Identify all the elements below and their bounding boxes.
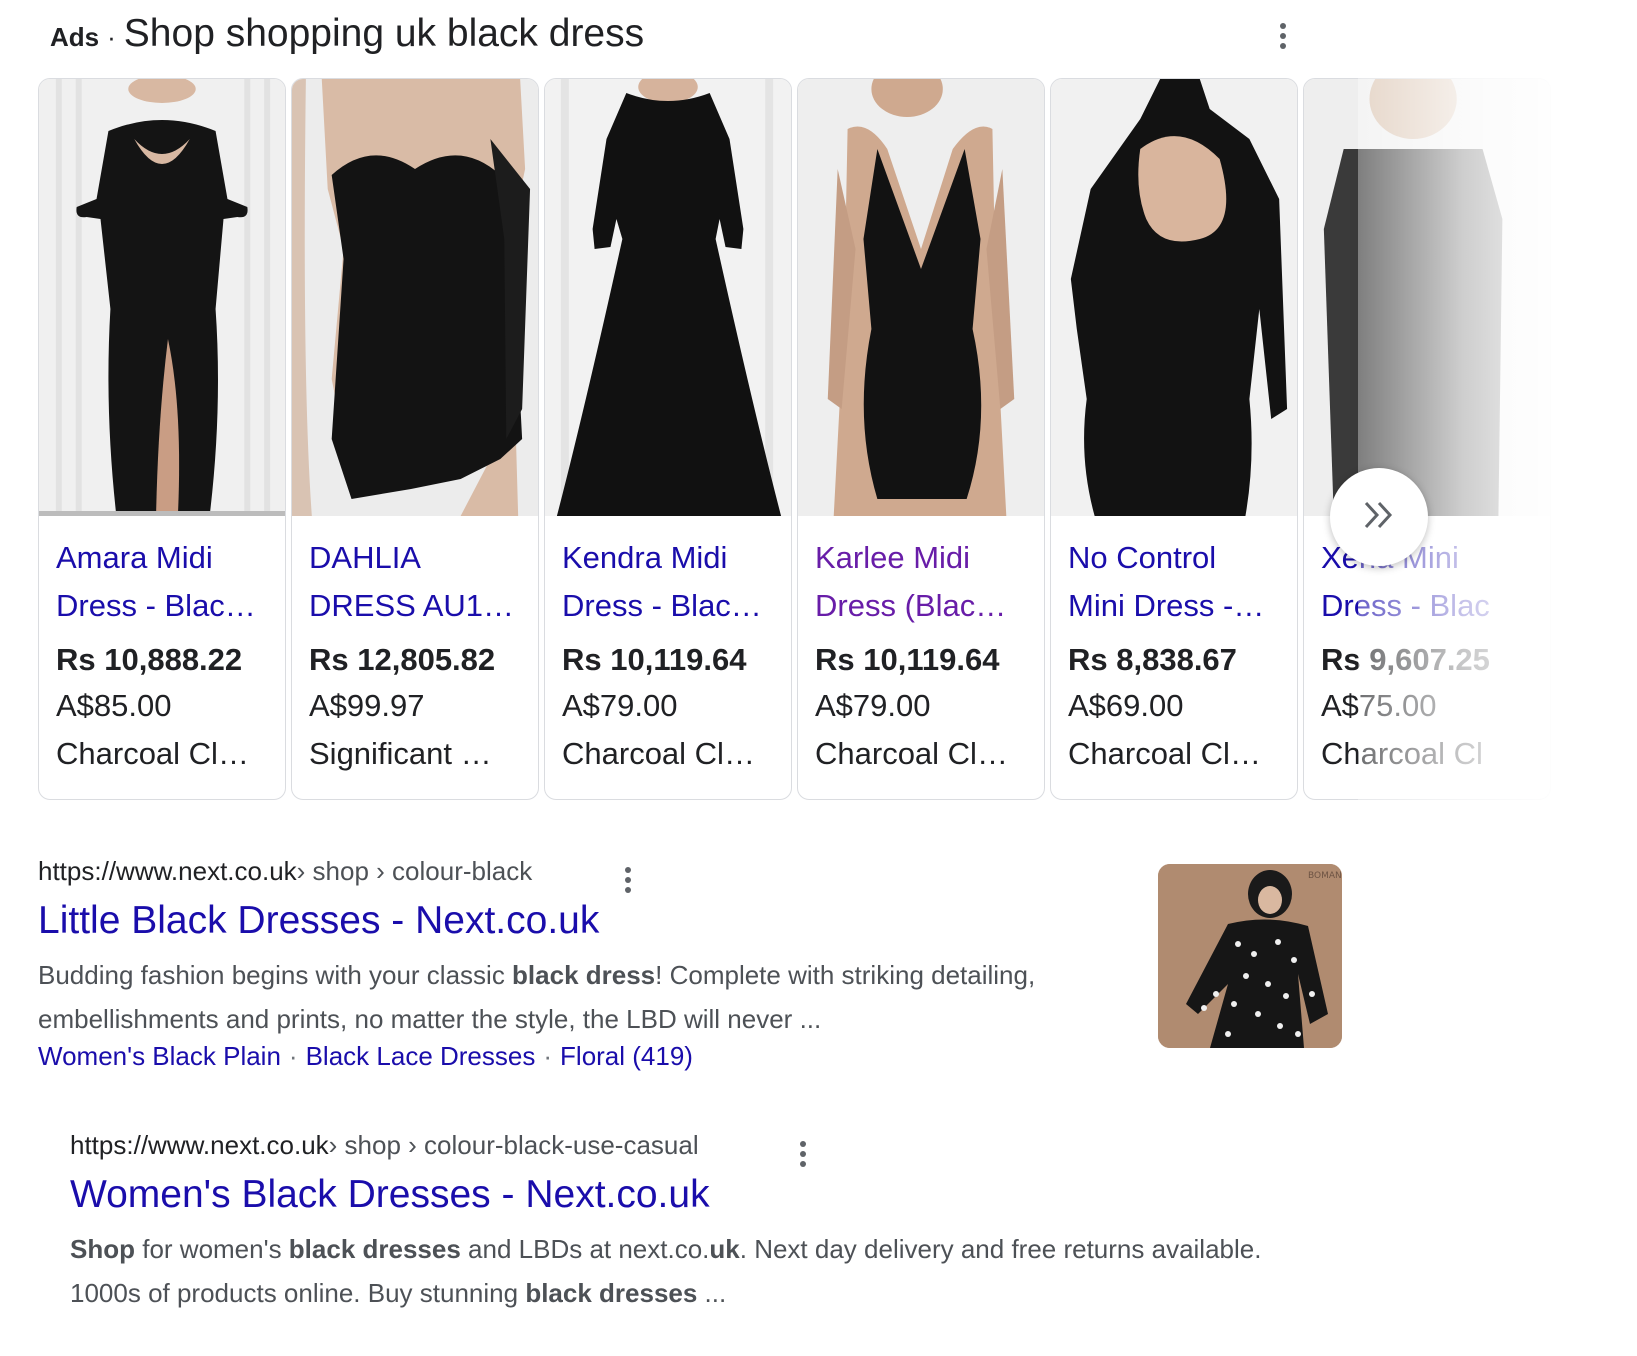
snippet-text: for women's — [135, 1234, 289, 1264]
ads-label: Ads — [50, 22, 100, 52]
product-carousel: Amara Midi Dress - Blac… Rs 10,888.22 A$… — [38, 78, 1598, 800]
product-merchant: Significant … — [309, 736, 492, 771]
result-snippet: Budding fashion begins with your classic… — [38, 953, 1158, 1041]
product-title[interactable]: Kendra Midi Dress - Blac… — [562, 534, 775, 630]
snippet-highlight: black dresses — [288, 1234, 461, 1264]
product-image — [1304, 79, 1550, 516]
product-original-price: A$99.97 — [309, 688, 425, 723]
product-title[interactable]: Amara Midi Dress - Blac… — [56, 534, 269, 630]
product-title-line[interactable]: Mini Dress -… — [1068, 582, 1281, 630]
result-cite[interactable]: https://www.next.co.uk › shop › colour-b… — [38, 856, 1158, 887]
product-image — [545, 79, 791, 516]
result-snippet: Shop for women's black dresses and LBDs … — [70, 1227, 1270, 1315]
sitelink[interactable]: Women's Black Plain — [38, 1041, 281, 1071]
product-image — [292, 79, 538, 516]
snippet-text: Budding fashion begins with your classic — [38, 960, 513, 990]
product-original-price: A$69.00 — [1068, 688, 1184, 723]
product-price: Rs 8,838.67 — [1068, 642, 1237, 677]
product-merchant: Charcoal Cl… — [56, 736, 249, 771]
result-path[interactable]: › shop › colour-black — [297, 856, 533, 887]
product-title-line[interactable]: No Control — [1068, 534, 1281, 582]
sitelink[interactable]: Floral (419) — [560, 1041, 693, 1071]
product-price: Rs 10,888.22 — [56, 642, 243, 677]
thumb-watermark: BOMAN — [1308, 871, 1342, 881]
sitelink-separator: · — [288, 1041, 298, 1071]
product-title-line[interactable]: Kendra Midi — [562, 534, 775, 582]
sitelink-separator: · — [543, 1041, 553, 1071]
product-card[interactable]: DAHLIA DRESS AU1… Rs 12,805.82 A$99.97 S… — [291, 78, 539, 800]
search-result: https://www.next.co.uk › shop › colour-b… — [70, 1130, 1270, 1315]
result-title-link[interactable]: Women's Black Dresses - Next.co.uk — [70, 1173, 1270, 1217]
search-result: https://www.next.co.uk › shop › colour-b… — [38, 856, 1158, 1072]
double-chevron-right-icon — [1362, 500, 1396, 535]
search-results-page: Ads · Shop shopping uk black dress Amara… — [0, 0, 1637, 1356]
snippet-text: and LBDs at next.co. — [460, 1234, 710, 1264]
more-vert-icon[interactable] — [613, 860, 643, 900]
result-cite[interactable]: https://www.next.co.uk › shop › colour-b… — [70, 1130, 1270, 1161]
product-merchant: Charcoal Cl… — [815, 736, 1008, 771]
result-thumbnail[interactable]: BOMAN — [1158, 864, 1342, 1048]
result-domain[interactable]: https://www.next.co.uk — [70, 1130, 329, 1161]
sitelink[interactable]: Black Lace Dresses — [306, 1041, 536, 1071]
product-title-line[interactable]: Dress - Blac… — [562, 582, 775, 630]
sitelinks: Women's Black Plain · Black Lace Dresses · F… — [38, 1041, 1158, 1072]
product-image — [1051, 79, 1297, 516]
product-title-line[interactable]: Dress (Blac… — [815, 582, 1028, 630]
product-title-line[interactable]: Amara Midi — [56, 534, 269, 582]
product-title[interactable]: Karlee Midi Dress (Blac… — [815, 534, 1028, 630]
product-card[interactable]: Karlee Midi Dress (Blac… Rs 10,119.64 A$… — [797, 78, 1045, 800]
product-original-price: A$79.00 — [815, 688, 931, 723]
ads-header: Ads · Shop shopping uk black dress — [50, 12, 644, 56]
result-domain[interactable]: https://www.next.co.uk — [38, 856, 297, 887]
product-card[interactable]: Xena Mini Dress - Blac Rs 9,607.25 A$75.… — [1303, 78, 1551, 800]
product-card[interactable]: Kendra Midi Dress - Blac… Rs 10,119.64 A… — [544, 78, 792, 800]
product-merchant: Charcoal Cl — [1321, 736, 1483, 771]
product-card[interactable]: Amara Midi Dress - Blac… Rs 10,888.22 A$… — [38, 78, 286, 800]
snippet-highlight: uk — [709, 1234, 740, 1264]
product-price: Rs 10,119.64 — [562, 642, 747, 677]
product-original-price: A$79.00 — [562, 688, 678, 723]
snippet-highlight: black dresses — [525, 1278, 698, 1308]
product-price: Rs 10,119.64 — [815, 642, 1000, 677]
product-title-line[interactable]: DAHLIA — [309, 534, 522, 582]
product-merchant: Charcoal Cl… — [562, 736, 755, 771]
more-vert-icon[interactable] — [788, 1134, 818, 1174]
product-title-line[interactable]: Karlee Midi — [815, 534, 1028, 582]
product-card[interactable]: No Control Mini Dress -… Rs 8,838.67 A$6… — [1050, 78, 1298, 800]
product-title[interactable]: No Control Mini Dress -… — [1068, 534, 1281, 630]
carousel-next-button[interactable] — [1330, 468, 1428, 566]
product-title[interactable]: DAHLIA DRESS AU1… — [309, 534, 522, 630]
product-image — [798, 79, 1044, 516]
result-title-link[interactable]: Little Black Dresses - Next.co.uk — [38, 899, 1158, 943]
snippet-text: ... — [697, 1278, 727, 1308]
product-original-price: A$85.00 — [56, 688, 172, 723]
product-image — [39, 79, 285, 516]
ads-separator: · — [107, 22, 116, 52]
ads-title: Shop shopping uk black dress — [123, 12, 645, 55]
product-merchant: Charcoal Cl… — [1068, 736, 1261, 771]
result-path[interactable]: › shop › colour-black-use-casual — [329, 1130, 699, 1161]
product-price: Rs 12,805.82 — [309, 642, 496, 677]
product-title-line[interactable]: DRESS AU1… — [309, 582, 522, 630]
snippet-highlight: Shop — [70, 1234, 135, 1264]
product-title-line[interactable]: Dress - Blac — [1321, 582, 1534, 630]
product-price: Rs 9,607.25 — [1321, 642, 1490, 677]
product-original-price: A$75.00 — [1321, 688, 1437, 723]
snippet-highlight: black dress — [512, 960, 656, 990]
product-title-line[interactable]: Dress - Blac… — [56, 582, 269, 630]
more-vert-icon[interactable] — [1268, 16, 1298, 56]
